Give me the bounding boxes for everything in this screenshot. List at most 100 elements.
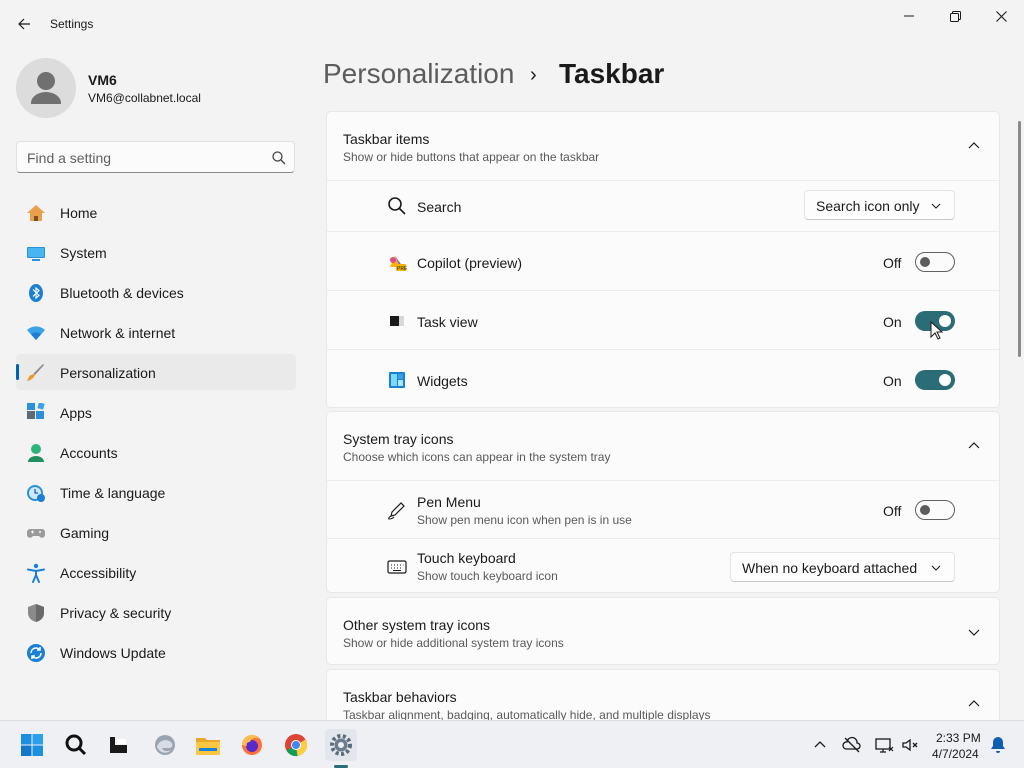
sidebar-item-system[interactable]: System xyxy=(16,234,296,270)
sidebar-item-accounts[interactable]: Accounts xyxy=(16,434,296,470)
chevron-up-icon[interactable] xyxy=(810,735,830,755)
edge-icon xyxy=(155,735,175,755)
time-language-icon xyxy=(27,485,45,502)
search-input[interactable] xyxy=(27,148,257,168)
section-title: Other system tray icons xyxy=(343,617,491,633)
breadcrumb-separator: › xyxy=(530,64,537,86)
sidebar-item-personalization[interactable]: Personalization xyxy=(16,354,296,390)
taskbar-items-card: Taskbar items Show or hide buttons that … xyxy=(326,111,1000,408)
back-arrow-icon xyxy=(18,18,30,30)
user-email: VM6@collabnet.local xyxy=(88,91,201,105)
system-tray-header[interactable]: System tray icons Choose which icons can… xyxy=(327,412,999,480)
sidebar-nav: Home System Bluetooth & devices Network … xyxy=(16,194,296,674)
copilot-toggle[interactable] xyxy=(915,252,955,272)
taskbar-edge-button[interactable] xyxy=(149,729,181,761)
start-button[interactable] xyxy=(16,729,48,761)
clock-date[interactable]: 4/7/2024 xyxy=(932,747,979,761)
widgets-toggle[interactable] xyxy=(915,370,955,390)
taskbar-items-header[interactable]: Taskbar items Show or hide buttons that … xyxy=(327,112,999,180)
taskbar-task-view-button[interactable] xyxy=(102,729,134,761)
pen-menu-description: Show pen menu icon when pen is in use xyxy=(417,513,632,527)
toggle-knob xyxy=(920,257,930,267)
chevron-down-icon[interactable] xyxy=(967,625,981,639)
back-button[interactable] xyxy=(10,10,38,38)
network-disconnected-icon[interactable] xyxy=(842,735,862,755)
sidebar-item-label: Gaming xyxy=(60,525,110,541)
sidebar-item-apps[interactable]: Apps xyxy=(16,394,296,430)
sidebar-item-accessibility[interactable]: Accessibility xyxy=(16,554,296,590)
close-button[interactable] xyxy=(978,0,1024,32)
toggle-knob xyxy=(920,505,930,515)
system-tray-card: System tray icons Choose which icons can… xyxy=(326,411,1000,593)
dropdown-value: When no keyboard attached xyxy=(742,560,918,576)
taskbar-chrome-button[interactable] xyxy=(280,729,312,761)
taskbar-behaviors-card[interactable]: Taskbar behaviors Taskbar alignment, bad… xyxy=(326,669,1000,720)
notification-bell-icon[interactable] xyxy=(988,735,1008,755)
apps-icon xyxy=(27,403,45,419)
copilot-setting-row: PRE Copilot (preview) Off xyxy=(327,231,999,290)
copilot-icon: PRE xyxy=(390,256,407,272)
search-mode-dropdown[interactable]: Search icon only xyxy=(804,190,955,220)
taskbar-firefox-button[interactable] xyxy=(236,729,268,761)
minimize-icon xyxy=(904,15,914,17)
sidebar-item-time-language[interactable]: Time & language xyxy=(16,474,296,510)
chevron-up-icon[interactable] xyxy=(967,439,981,453)
sidebar-item-windows-update[interactable]: Windows Update xyxy=(16,634,296,670)
sidebar-item-label: Apps xyxy=(60,405,92,421)
task-view-setting-row: Task view On xyxy=(327,290,999,349)
avatar[interactable] xyxy=(16,58,76,118)
pen-menu-toggle-state: Off xyxy=(883,503,902,519)
section-title: Taskbar items xyxy=(343,131,430,147)
touch-keyboard-description: Show touch keyboard icon xyxy=(417,569,558,583)
sidebar-item-home[interactable]: Home xyxy=(16,194,296,230)
search-label: Search xyxy=(417,199,462,215)
breadcrumb-parent[interactable]: Personalization xyxy=(323,58,514,90)
dropdown-value: Search icon only xyxy=(816,198,920,214)
widgets-label: Widgets xyxy=(417,373,468,389)
section-title: Taskbar behaviors xyxy=(343,689,457,705)
page-title: Taskbar xyxy=(559,58,665,89)
search-box[interactable] xyxy=(16,141,295,173)
touch-keyboard-dropdown[interactable]: When no keyboard attached xyxy=(730,552,955,582)
minimize-button[interactable] xyxy=(886,0,932,32)
chevron-down-icon xyxy=(931,203,941,209)
sidebar-item-label: Windows Update xyxy=(60,645,166,661)
sidebar-item-network[interactable]: Network & internet xyxy=(16,314,296,350)
accessibility-icon xyxy=(27,563,45,583)
content-scrollbar[interactable] xyxy=(1018,121,1021,357)
settings-content: Taskbar items Show or hide buttons that … xyxy=(326,111,1000,720)
taskbar-file-explorer-button[interactable] xyxy=(192,729,224,761)
search-setting-row: Search Search icon only xyxy=(327,180,999,231)
close-icon xyxy=(995,10,1007,22)
pen-menu-toggle[interactable] xyxy=(915,500,955,520)
task-view-icon xyxy=(110,737,127,753)
pen-icon xyxy=(388,502,405,520)
display-network-icon[interactable] xyxy=(874,735,894,755)
restore-button[interactable] xyxy=(932,0,978,32)
sidebar-item-privacy[interactable]: Privacy & security xyxy=(16,594,296,630)
user-name: VM6 xyxy=(88,72,117,88)
section-description: Choose which icons can appear in the sys… xyxy=(343,450,611,464)
search-icon[interactable] xyxy=(271,150,287,166)
chevron-up-icon[interactable] xyxy=(967,139,981,153)
sidebar-item-bluetooth[interactable]: Bluetooth & devices xyxy=(16,274,296,310)
task-view-toggle-state: On xyxy=(883,314,902,330)
chevron-up-icon[interactable] xyxy=(967,697,981,711)
taskbar-search-button[interactable] xyxy=(60,729,92,761)
sidebar-item-gaming[interactable]: Gaming xyxy=(16,514,296,550)
touch-keyboard-setting-row: Touch keyboard Show touch keyboard icon … xyxy=(327,538,999,594)
task-view-label: Task view xyxy=(417,314,478,330)
section-title: System tray icons xyxy=(343,431,454,447)
sidebar-item-label: Time & language xyxy=(60,485,166,501)
other-tray-card[interactable]: Other system tray icons Show or hide add… xyxy=(326,597,1000,665)
search-icon xyxy=(65,734,87,756)
search-icon xyxy=(388,197,406,215)
toggle-knob xyxy=(939,374,951,386)
svg-text:PRE: PRE xyxy=(397,266,407,272)
taskbar-settings-button[interactable] xyxy=(325,729,357,761)
clock-time[interactable]: 2:33 PM xyxy=(936,731,981,745)
sidebar-item-label: Privacy & security xyxy=(60,605,172,621)
volume-muted-icon[interactable] xyxy=(900,735,920,755)
sidebar-item-label: System xyxy=(60,245,107,261)
start-icon xyxy=(21,734,43,756)
